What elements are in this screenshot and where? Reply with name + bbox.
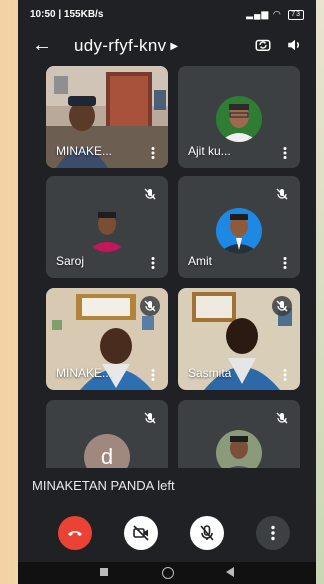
battery-icon: 73 [288, 10, 304, 20]
more-options-icon[interactable] [278, 368, 292, 382]
mic-off-icon [200, 525, 214, 541]
mic-off-indicator [140, 408, 160, 428]
more-options-icon[interactable] [278, 256, 292, 270]
status-bar: 10:50 | 155KB/s ▂▄▆ ◠ 73 [18, 0, 316, 30]
participant-tile[interactable]: Ajit ku... [178, 66, 300, 168]
phone-hangup-icon [68, 531, 82, 536]
mic-off-indicator [272, 408, 292, 428]
mic-off-icon [144, 188, 156, 200]
more-options-icon[interactable] [278, 146, 292, 160]
back-nav-icon[interactable] [226, 567, 234, 577]
wallpaper-edge [316, 0, 324, 584]
mic-off-indicator [140, 184, 160, 204]
camera-off-icon [133, 525, 149, 541]
home-icon[interactable] [162, 567, 174, 579]
meeting-code: udy-rfyf-knv [74, 36, 167, 55]
mic-off-icon [276, 300, 288, 312]
wifi-icon: ◠ [272, 9, 282, 19]
more-options-button[interactable] [256, 516, 290, 550]
participant-tile[interactable]: Amit [178, 176, 300, 278]
speaker-icon[interactable] [286, 36, 304, 54]
mic-toggle-button[interactable] [190, 516, 224, 550]
more-options-icon[interactable] [146, 256, 160, 270]
participant-avatar [84, 206, 130, 252]
back-arrow-icon[interactable]: ← [32, 34, 52, 57]
participant-name: Saroj [56, 254, 85, 268]
participant-left-toast: MINAKETAN PANDA left [18, 468, 316, 504]
mic-off-icon [144, 300, 156, 312]
participant-name: Ajit ku... [188, 144, 231, 158]
toast-message: MINAKETAN PANDA left [32, 478, 175, 493]
participant-tile[interactable]: MINAKE... [46, 66, 168, 168]
mic-off-indicator [272, 296, 292, 316]
more-options-icon[interactable] [146, 146, 160, 160]
more-options-icon[interactable] [146, 368, 160, 382]
camera-switch-icon[interactable] [254, 36, 272, 54]
participant-avatar [216, 208, 262, 254]
chevron-right-icon: ▶ [170, 41, 179, 52]
mic-off-icon [276, 412, 288, 424]
status-icons: ▂▄▆ ◠ 73 [246, 9, 304, 20]
participant-name: MINAKE... [56, 366, 113, 380]
participant-name: MINAKE... [56, 144, 113, 158]
participant-tile[interactable]: MINAKE... [46, 288, 168, 390]
participant-avatar [216, 96, 262, 142]
participant-tile[interactable]: Sasmita [178, 288, 300, 390]
recents-icon[interactable] [100, 568, 108, 576]
meeting-title[interactable]: udy-rfyf-knv ▶ [74, 36, 178, 56]
status-time: 10:50 | 155KB/s [30, 9, 104, 20]
meet-screen: 10:50 | 155KB/s ▂▄▆ ◠ 73 ← udy-rfyf-knv ▶ [18, 0, 316, 584]
app-bar: ← udy-rfyf-knv ▶ [18, 30, 316, 64]
participant-name: Amit [188, 254, 212, 268]
mic-off-icon [144, 412, 156, 424]
participant-tile[interactable]: Saroj [46, 176, 168, 278]
more-vert-icon [271, 525, 275, 541]
end-call-button[interactable] [58, 516, 92, 550]
mic-off-indicator [140, 296, 160, 316]
signal-icon: ▂▄▆ [246, 9, 270, 19]
mic-off-indicator [272, 184, 292, 204]
camera-toggle-button[interactable] [124, 516, 158, 550]
call-controls [18, 504, 316, 560]
system-nav-bar [18, 562, 316, 584]
participant-name: Sasmita [188, 366, 232, 380]
mic-off-icon [276, 188, 288, 200]
